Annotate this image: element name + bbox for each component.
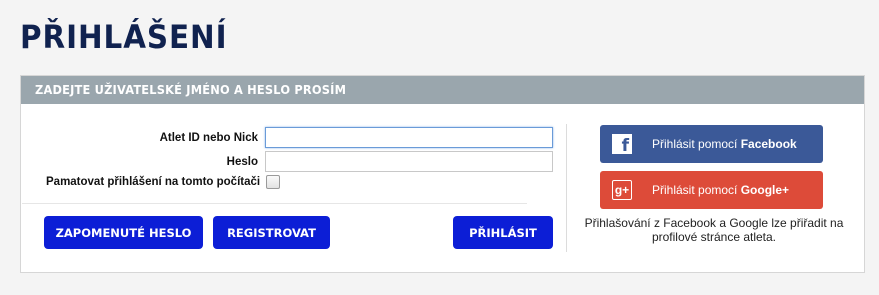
remember-label: Pamatovat přihlášení na tomto počítači xyxy=(46,176,261,188)
forgot-password-button[interactable]: ZAPOMENUTÉ HESLO xyxy=(44,216,203,249)
password-input[interactable] xyxy=(265,151,553,172)
social-login-note: Přihlašování z Facebook a Google lze při… xyxy=(584,216,844,244)
register-label: REGISTROVAT xyxy=(227,225,316,240)
panel-header: ZADEJTE UŽIVATELSKÉ JMÉNO A HESLO PROSÍM xyxy=(21,76,864,104)
username-input[interactable] xyxy=(265,127,553,148)
login-button[interactable]: PŘIHLÁSIT xyxy=(453,216,553,249)
forgot-password-label: ZAPOMENUTÉ HESLO xyxy=(55,225,192,240)
remember-row: Pamatovat přihlášení na tomto počítači xyxy=(46,175,281,189)
page-title: PŘIHLÁŠENÍ xyxy=(20,18,228,56)
login-label: PŘIHLÁSIT xyxy=(469,225,537,240)
remember-checkbox[interactable] xyxy=(266,175,281,189)
panel-header-text: ZADEJTE UŽIVATELSKÉ JMÉNO A HESLO PROSÍM xyxy=(35,83,347,97)
username-label: Atlet ID nebo Nick xyxy=(159,131,258,144)
google-login-label: Přihlásit pomocí Google+ xyxy=(652,183,790,197)
facebook-icon: f xyxy=(612,134,632,156)
vertical-divider xyxy=(566,124,567,252)
facebook-login-button[interactable]: f Přihlásit pomocí Facebook xyxy=(600,125,823,163)
username-row: Atlet ID nebo Nick xyxy=(60,127,553,148)
facebook-login-label: Přihlásit pomocí Facebook xyxy=(652,137,797,151)
register-button[interactable]: REGISTROVAT xyxy=(213,216,330,249)
google-plus-icon: g+ xyxy=(612,180,632,200)
password-label: Heslo xyxy=(226,155,258,168)
password-row: Heslo xyxy=(60,151,553,172)
google-login-button[interactable]: g+ Přihlásit pomocí Google+ xyxy=(600,171,823,209)
form-divider xyxy=(22,203,527,204)
